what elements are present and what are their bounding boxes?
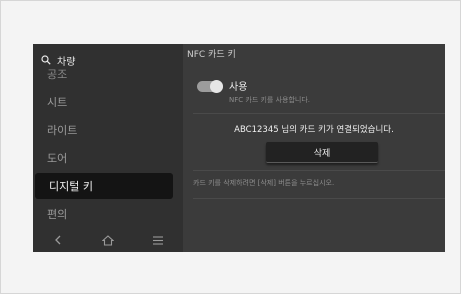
infotainment-screen: 차량 공조 시트 라이트 도어 디지털 키 편의 NFC 카드 키 사용 NFC… [33,44,445,252]
manual-figure-frame: 차량 공조 시트 라이트 도어 디지털 키 편의 NFC 카드 키 사용 NFC… [0,0,461,294]
divider [193,198,445,199]
divider [193,113,445,114]
delete-hint-text: 카드 키를 삭제하려면 [삭제] 버튼을 누르십시오. [193,179,335,187]
card-linked-message: ABC12345 님의 카드 키가 연결되었습니다. [234,125,394,135]
settings-content: NFC 카드 키 사용 NFC 카드 키를 사용합니다. ABC12345 님의… [183,44,445,252]
sidebar-item-label: 라이트 [47,124,78,137]
sidebar-item-convenience[interactable]: 편의 [33,202,183,226]
sidebar-item-doors[interactable]: 도어 [33,146,183,170]
sidebar-item-label: 도어 [47,152,68,165]
home-icon[interactable] [96,230,120,250]
sidebar-item-lights[interactable]: 라이트 [33,118,183,142]
toggle-description: NFC 카드 키를 사용합니다. [229,96,311,104]
delete-button[interactable]: 삭제 [266,142,378,163]
divider [193,170,445,171]
menu-icon[interactable] [146,230,170,250]
back-icon[interactable] [46,230,70,250]
settings-sidebar: 차량 공조 시트 라이트 도어 디지털 키 편의 [33,44,183,252]
sidebar-item-label: 디지털 키 [49,180,93,193]
search-icon [41,55,51,65]
page-title: NFC 카드 키 [187,50,236,60]
toggle-knob [210,80,223,93]
use-toggle[interactable] [197,80,223,93]
sidebar-item-climate[interactable]: 공조 [33,66,183,82]
search-bar[interactable]: 차량 [41,53,75,68]
sidebar-item-label: 편의 [47,208,68,221]
sidebar-item-seats[interactable]: 시트 [33,90,183,114]
sidebar-item-label: 시트 [47,96,68,109]
toggle-label: 사용 [229,82,248,93]
sidebar-item-digital-key[interactable]: 디지털 키 [35,173,173,199]
bottom-navigation [33,228,183,252]
sidebar-item-label: 공조 [47,68,68,81]
